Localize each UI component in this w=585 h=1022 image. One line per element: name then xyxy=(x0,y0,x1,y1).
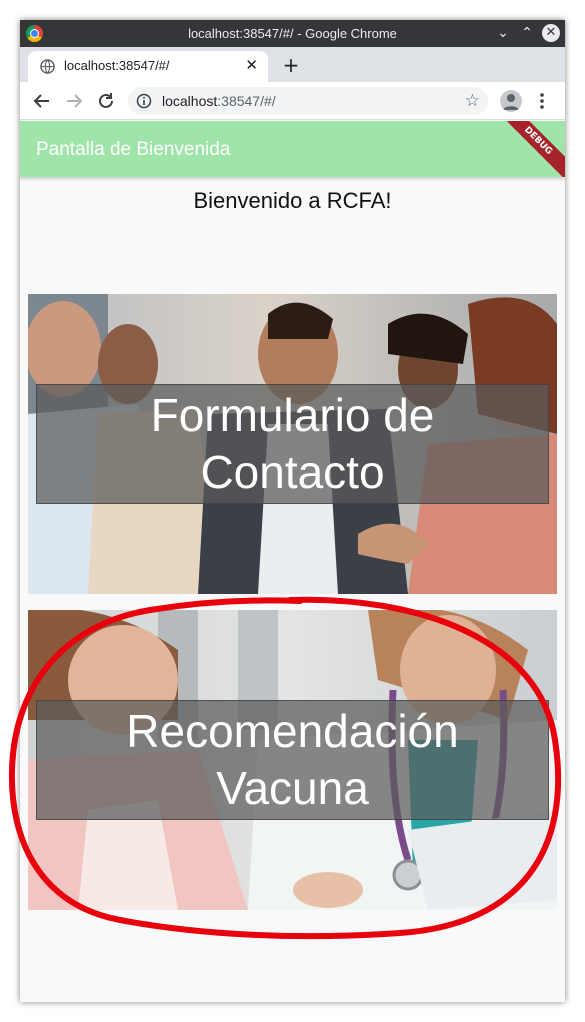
kebab-menu-icon[interactable] xyxy=(534,90,550,112)
tab-close-icon[interactable]: ✕ xyxy=(245,56,258,74)
debug-banner: DEBUG xyxy=(493,121,565,177)
url-rest: :38547/#/ xyxy=(217,93,276,109)
globe-icon xyxy=(40,59,55,74)
new-tab-icon[interactable]: + xyxy=(280,53,302,77)
vaccine-recommendation-label-box: Recomendación Vacuna xyxy=(36,700,549,820)
reload-icon[interactable] xyxy=(94,89,118,113)
profile-avatar-icon[interactable] xyxy=(500,90,522,112)
contact-form-card[interactable]: Formulario de Contacto xyxy=(28,294,557,594)
address-bar[interactable]: localhost:38547/#/ ☆ xyxy=(128,87,488,115)
contact-form-label-box: Formulario de Contacto xyxy=(36,384,549,504)
appbar-title: Pantalla de Bienvenida xyxy=(36,139,231,160)
app-bar: Pantalla de Bienvenida DEBUG xyxy=(20,121,565,177)
maximize-icon[interactable]: ⌃ xyxy=(517,23,537,43)
tab-strip: localhost:38547/#/ ✕ + xyxy=(20,47,565,82)
contact-form-label: Formulario de Contacto xyxy=(150,389,435,498)
close-window-icon[interactable]: ✕ xyxy=(542,24,560,42)
minimize-icon[interactable]: ⌄ xyxy=(493,23,513,43)
forward-icon[interactable] xyxy=(62,89,86,113)
url-host: localhost xyxy=(162,93,218,109)
browser-window: localhost:38547/#/ - Google Chrome ⌄ ⌃ ✕… xyxy=(20,20,565,1002)
window-title: localhost:38547/#/ - Google Chrome xyxy=(188,26,397,41)
site-info-icon[interactable] xyxy=(136,93,152,109)
tab-title: localhost:38547/#/ xyxy=(64,58,170,73)
vaccine-recommendation-card[interactable]: Recomendación Vacuna xyxy=(28,610,557,910)
vaccine-recommendation-label: Recomendación Vacuna xyxy=(126,705,459,814)
back-icon[interactable] xyxy=(30,89,54,113)
welcome-heading: Bienvenido a RCFA! xyxy=(193,188,392,213)
browser-tab[interactable]: localhost:38547/#/ ✕ xyxy=(28,51,268,82)
bookmark-star-icon[interactable]: ☆ xyxy=(465,91,480,111)
browser-toolbar: localhost:38547/#/ ☆ xyxy=(20,82,565,120)
title-bar: localhost:38547/#/ - Google Chrome ⌄ ⌃ ✕ xyxy=(20,20,565,47)
url-text: localhost:38547/#/ xyxy=(162,93,276,109)
